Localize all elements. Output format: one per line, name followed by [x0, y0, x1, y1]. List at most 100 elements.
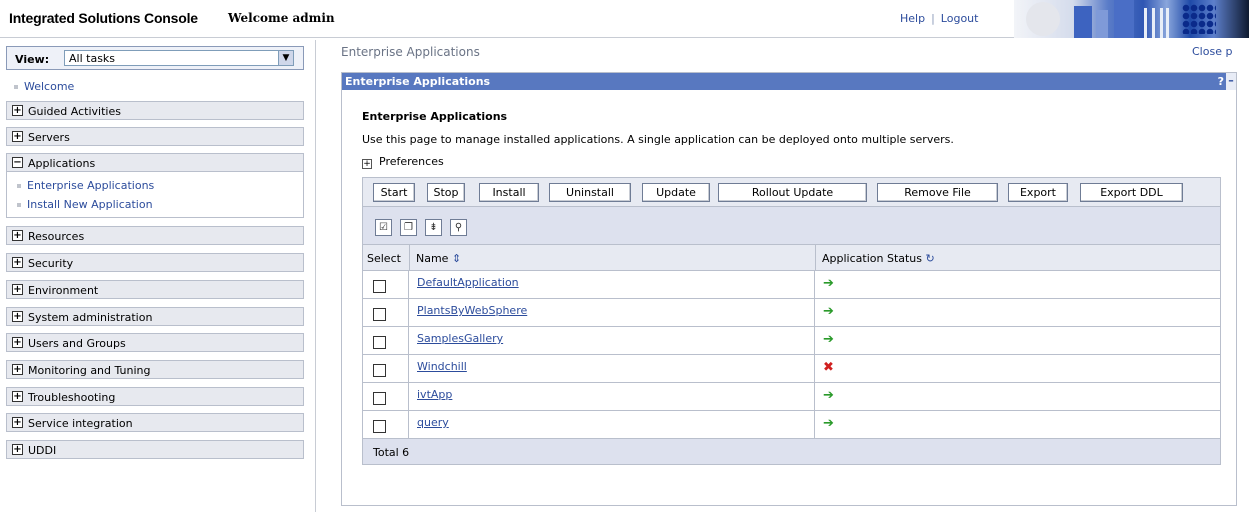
stop-button[interactable]: Stop	[427, 183, 465, 202]
help-link[interactable]: Help	[900, 12, 925, 25]
app-title: Integrated Solutions Console	[9, 10, 198, 26]
preferences-toggle[interactable]: + Preferences	[362, 155, 444, 169]
header-separator: |	[931, 12, 935, 25]
expand-icon: +	[12, 364, 23, 375]
table-header: Select Name ⇕ Application Status ↻	[362, 245, 1221, 271]
help-icon[interactable]: ?	[1218, 75, 1224, 88]
uninstall-button[interactable]: Uninstall	[549, 183, 631, 202]
sidebar-group-label: Guided Activities	[28, 105, 121, 118]
sidebar-group-label: Monitoring and Tuning	[28, 364, 151, 377]
panel-title-bar: Enterprise Applications ? –	[342, 73, 1236, 90]
app-link[interactable]: Windchill	[417, 360, 467, 373]
sidebar-group-system-administration[interactable]: + System administration	[6, 307, 304, 326]
deselect-all-icon[interactable]: ❐	[400, 219, 417, 236]
sidebar-group-applications[interactable]: − Applications	[6, 153, 304, 172]
show-filter-icon[interactable]: ⇟	[425, 219, 442, 236]
sidebar-item-welcome[interactable]: Welcome	[14, 80, 74, 93]
sidebar-group-monitoring-and-tuning[interactable]: + Monitoring and Tuning	[6, 360, 304, 379]
sidebar-group-uddi[interactable]: + UDDI	[6, 440, 304, 459]
update-button[interactable]: Update	[642, 183, 710, 202]
sidebar-group-guided-activities[interactable]: + Guided Activities	[6, 101, 304, 120]
logout-link[interactable]: Logout	[941, 12, 979, 25]
row-checkbox[interactable]	[373, 280, 386, 293]
header-links: Help | Logout	[900, 12, 978, 25]
sidebar-item-enterprise-applications[interactable]: Enterprise Applications	[17, 179, 154, 192]
start-button[interactable]: Start	[373, 183, 415, 202]
sidebar-item-install-new-application[interactable]: Install New Application	[17, 198, 153, 211]
expand-icon: +	[12, 131, 23, 142]
refresh-icon[interactable]: ↻	[926, 252, 935, 265]
sidebar-group-service-integration[interactable]: + Service integration	[6, 413, 304, 432]
expand-icon: +	[12, 105, 23, 116]
total-count: Total 6	[373, 446, 410, 459]
expand-icon: +	[12, 257, 23, 268]
table-row: SamplesGallery ➔	[362, 327, 1221, 355]
view-select-value: All tasks	[69, 52, 116, 65]
view-label: View:	[15, 53, 50, 66]
row-checkbox[interactable]	[373, 308, 386, 321]
rollout-update-button[interactable]: Rollout Update	[718, 183, 867, 202]
row-checkbox[interactable]	[373, 336, 386, 349]
sort-icon[interactable]: ⇕	[452, 252, 461, 265]
started-status-icon: ➔	[823, 416, 834, 431]
sidebar-group-label: Applications	[28, 157, 96, 170]
stopped-status-icon: ✖	[823, 360, 834, 375]
row-checkbox[interactable]	[373, 392, 386, 405]
row-checkbox[interactable]	[373, 364, 386, 377]
export-button[interactable]: Export	[1008, 183, 1068, 202]
sidebar-group-label: System administration	[28, 311, 153, 324]
table-row: DefaultApplication ➔	[362, 271, 1221, 299]
remove-file-button[interactable]: Remove File	[877, 183, 998, 202]
sidebar-group-resources[interactable]: + Resources	[6, 226, 304, 245]
app-link[interactable]: query	[417, 416, 449, 429]
sidebar-group-label: Service integration	[28, 417, 133, 430]
chevron-down-icon[interactable]: ▼	[278, 51, 293, 65]
sidebar-item-label: Enterprise Applications	[27, 179, 155, 192]
select-column-header: Select	[367, 252, 401, 265]
preferences-label: Preferences	[379, 155, 444, 168]
sidebar-group-users-and-groups[interactable]: + Users and Groups	[6, 333, 304, 352]
expand-icon: +	[12, 337, 23, 348]
started-status-icon: ➔	[823, 388, 834, 403]
bullet-icon	[14, 85, 18, 89]
banner-graphic	[1014, 0, 1249, 38]
expand-icon: +	[12, 284, 23, 295]
sidebar-group-servers[interactable]: + Servers	[6, 127, 304, 146]
row-checkbox[interactable]	[373, 420, 386, 433]
bullet-icon	[17, 203, 21, 207]
started-status-icon: ➔	[823, 304, 834, 319]
export-ddl-button[interactable]: Export DDL	[1080, 183, 1183, 202]
select-all-icon[interactable]: ☑	[375, 219, 392, 236]
table-row: PlantsByWebSphere ➔	[362, 299, 1221, 327]
header-bar: Integrated Solutions Console Welcome adm…	[0, 0, 1249, 38]
sidebar-item-label: Welcome	[24, 80, 75, 93]
sidebar-group-environment[interactable]: + Environment	[6, 280, 304, 299]
minimize-icon[interactable]: –	[1226, 73, 1236, 90]
table-row: ivtApp ➔	[362, 383, 1221, 411]
sidebar-group-security[interactable]: + Security	[6, 253, 304, 272]
close-page-link[interactable]: Close p	[1192, 45, 1232, 58]
table-row: query ➔	[362, 411, 1221, 439]
view-select[interactable]: All tasks ▼	[64, 50, 294, 66]
table-icon-toolbar: ☑ ❐ ⇟ ⚲	[362, 207, 1221, 245]
app-link[interactable]: DefaultApplication	[417, 276, 519, 289]
sidebar-item-label: Install New Application	[27, 198, 153, 211]
install-button[interactable]: Install	[479, 183, 539, 202]
expand-icon: +	[12, 417, 23, 428]
app-link[interactable]: PlantsByWebSphere	[417, 304, 527, 317]
sidebar-group-label: UDDI	[28, 444, 57, 457]
sidebar: View: All tasks ▼ Welcome + Guided Activi…	[0, 40, 316, 512]
app-link[interactable]: SamplesGallery	[417, 332, 503, 345]
collapse-icon: −	[12, 157, 23, 168]
view-selector: View: All tasks ▼	[6, 46, 304, 70]
sidebar-group-label: Users and Groups	[28, 337, 126, 350]
bullet-icon	[17, 184, 21, 188]
sidebar-group-troubleshooting[interactable]: + Troubleshooting	[6, 387, 304, 406]
started-status-icon: ➔	[823, 332, 834, 347]
clear-filter-icon[interactable]: ⚲	[450, 219, 467, 236]
status-column-label: Application Status	[822, 252, 923, 265]
app-link[interactable]: ivtApp	[417, 388, 452, 401]
name-column-header[interactable]: Name ⇕	[416, 252, 461, 265]
action-toolbar: Start Stop Install Uninstall Update Roll…	[362, 177, 1221, 207]
expand-icon: +	[12, 391, 23, 402]
